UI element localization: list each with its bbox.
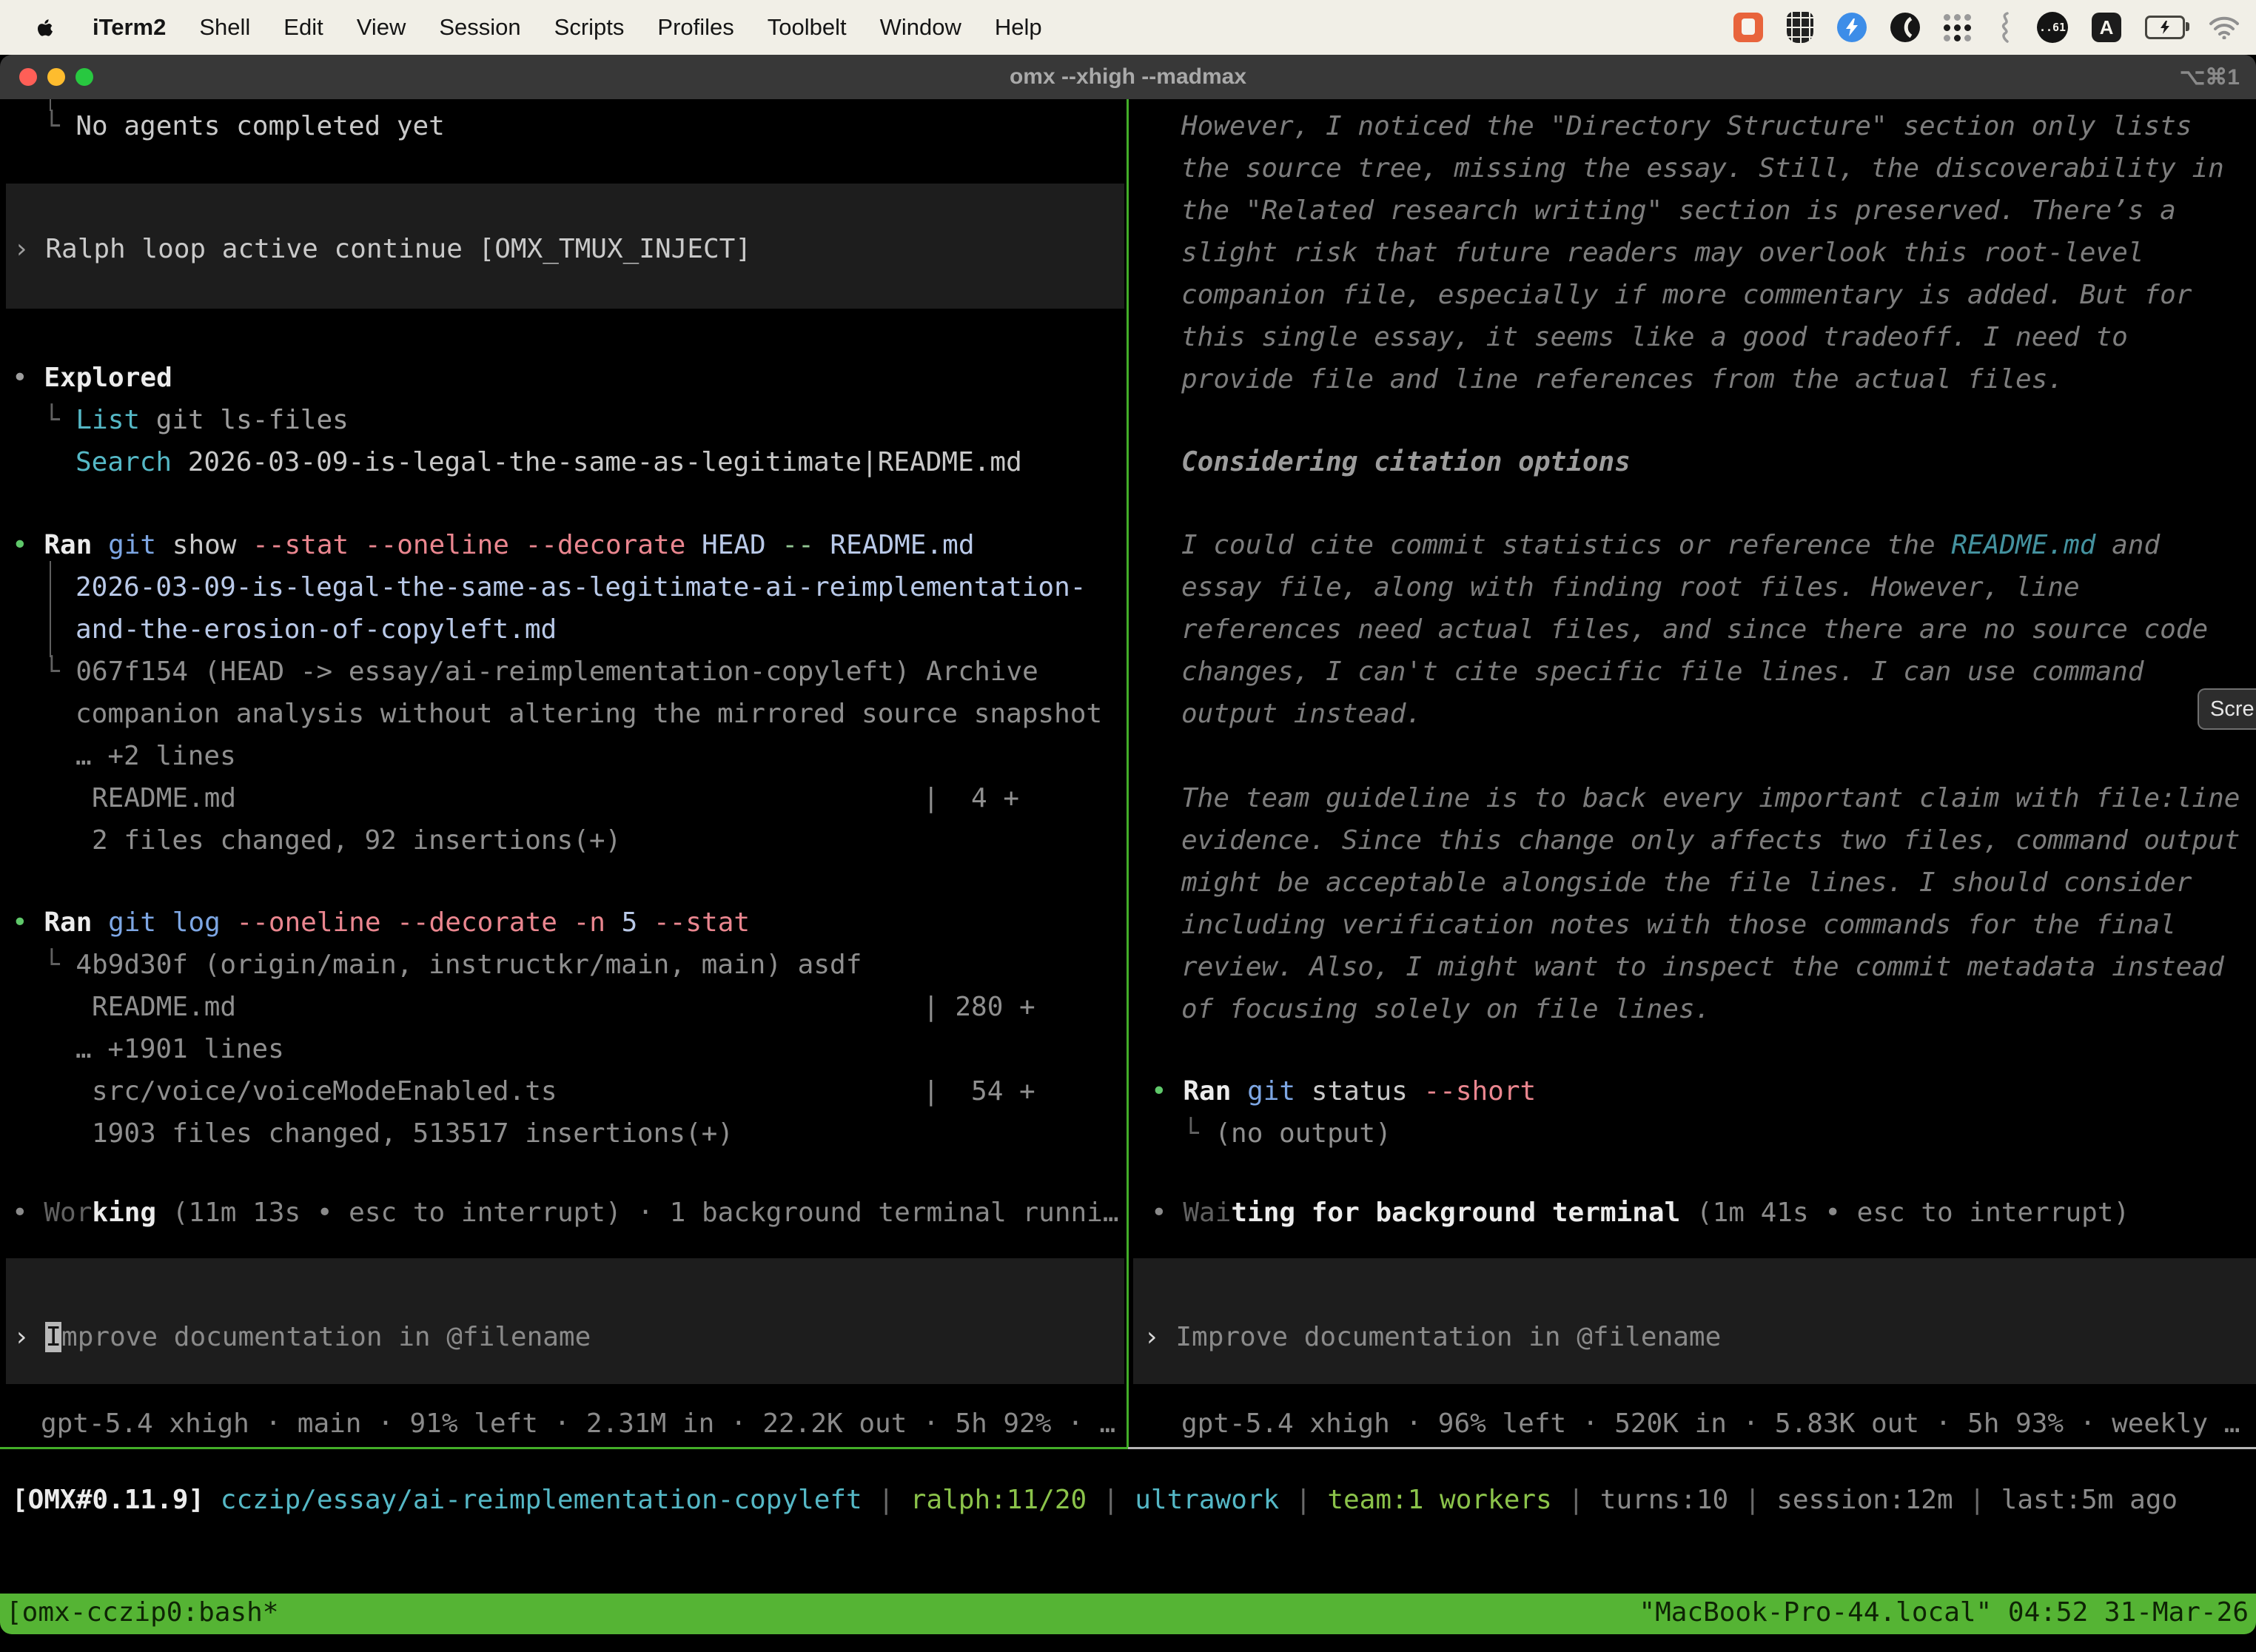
overlay-label: Scre [2210, 697, 2255, 722]
battery-icon[interactable] [2145, 16, 2185, 39]
git-log-stat: 1903 files changed, 513517 insertions(+) [92, 1115, 733, 1152]
pane-bottom-border-inactive [1128, 1447, 2256, 1449]
explored-header: • Explored [12, 360, 172, 397]
git-show-stat: 2 files changed, 92 insertions(+) [92, 822, 621, 859]
menu-item-edit[interactable]: Edit [283, 14, 323, 41]
blue-badge-icon[interactable] [1837, 13, 1867, 42]
reasoning-paragraph: review. Also, I might want to inspect th… [1181, 949, 2224, 986]
session-stats-left: gpt-5.4 xhigh · main · 91% left · 2.31M … [41, 1406, 1115, 1443]
apple-logo-icon[interactable] [34, 15, 56, 40]
working-status: • Working (11m 13s • esc to interrupt) ·… [12, 1195, 1119, 1232]
omx-status-text: [OMX#0.11.9] cczip/essay/ai-reimplementa… [12, 1482, 2178, 1519]
window-title-bar: omx --xhigh --madmax ⌥⌘1 [0, 55, 2256, 99]
reasoning-paragraph: The team guideline is to back every impo… [1181, 780, 2240, 817]
git-show-stat: | 4 + [923, 780, 1019, 817]
ran-git-show: • Ran git show --stat --oneline --decora… [12, 527, 975, 564]
reasoning-paragraph: companion file, especially if more comme… [1181, 277, 2192, 314]
menu-item-scripts[interactable]: Scripts [554, 14, 625, 41]
menu-items: iTerm2 Shell Edit View Session Scripts Profile… [0, 14, 1042, 41]
reasoning-paragraph: output instead. [1181, 696, 1422, 733]
session-stats-right: gpt-5.4 xhigh · 96% left · 520K in · 5.8… [1181, 1406, 2240, 1443]
reasoning-paragraph: essay file, along with finding root file… [1181, 569, 2080, 606]
terminal-content[interactable]: └ No agents completed yet › Ralph loop ac… [0, 99, 2256, 1652]
reasoning-paragraph: might be acceptable alongside the file l… [1181, 864, 2192, 901]
explored-search: Search 2026-03-09-is-legal-the-same-as-l… [75, 444, 1022, 481]
git-log-stat: | 280 + [923, 989, 1035, 1026]
ran-git-log: • Ran git log --oneline --decorate -n 5 … [12, 904, 750, 941]
tmux-status-bar: [omx-cczip0:bash* "MacBook-Pro-44.local"… [0, 1594, 2256, 1634]
circle-61-icon[interactable]: ..61 [2037, 12, 2068, 43]
reasoning-heading: Considering citation options [1181, 444, 1631, 481]
menu-item-help[interactable]: Help [995, 14, 1042, 41]
chat-icon[interactable] [1733, 13, 1763, 42]
git-show-arg: and-the-erosion-of-copyleft.md [75, 611, 557, 648]
menu-item-session[interactable]: Session [439, 14, 520, 41]
menu-item-iterm2[interactable]: iTerm2 [93, 14, 166, 41]
reasoning-paragraph: the "Related research writing" section i… [1181, 192, 2176, 229]
ran-git-status: • Ran git status --short [1151, 1073, 1536, 1110]
tree-guide [50, 561, 51, 657]
shield-icon[interactable] [1787, 12, 1813, 43]
reasoning-paragraph: slight risk that future readers may over… [1181, 235, 2143, 272]
prompt-input-left[interactable]: › Improve documentation in @filename [13, 1319, 591, 1356]
explored-list: └ List git ls-files [44, 402, 349, 439]
git-log-stat: | 54 + [923, 1073, 1035, 1110]
dots-grid-icon[interactable] [1944, 13, 1972, 41]
reasoning-paragraph: references need actual files, and since … [1181, 611, 2208, 648]
menu-status-icons: ..61 A [1733, 0, 2240, 55]
git-status-output: └ (no output) [1183, 1115, 1391, 1152]
reasoning-paragraph: changes, I can't cite specific file line… [1181, 654, 2143, 691]
menu-item-toolbelt[interactable]: Toolbelt [768, 14, 847, 41]
pane-divider[interactable] [1127, 99, 1129, 1448]
git-show-arg: 2026-03-09-is-legal-the-same-as-legitima… [75, 569, 1086, 606]
window-shortcut-badge: ⌥⌘1 [2180, 64, 2240, 90]
reasoning-paragraph: including verification notes with those … [1181, 907, 2176, 944]
git-show-output: … +2 lines [75, 738, 236, 775]
tmux-host-and-clock: "MacBook-Pro-44.local" 04:52 31-Mar-26 [1639, 1597, 2249, 1628]
reasoning-paragraph: the source tree, missing the essay. Stil… [1181, 150, 2224, 187]
window-title: omx --xhigh --madmax [0, 64, 2256, 90]
pane-bottom-border-active [0, 1447, 1128, 1449]
ralph-loop-status: › Ralph loop active continue [OMX_TMUX_I… [13, 231, 751, 268]
git-log-output: └ 4b9d30f (origin/main, instructkr/main,… [44, 947, 862, 984]
prompt-input-right[interactable]: › Improve documentation in @filename [1144, 1319, 1721, 1356]
menu-item-window[interactable]: Window [880, 14, 961, 41]
menu-item-shell[interactable]: Shell [199, 14, 250, 41]
menu-item-view[interactable]: View [357, 14, 406, 41]
tmux-session-name: [omx-cczip0:bash* [6, 1597, 278, 1628]
reasoning-paragraph: evidence. Since this change only affects… [1181, 822, 2240, 859]
screen-share-overlay-button[interactable]: Scre [2198, 688, 2256, 730]
reasoning-paragraph: of focusing solely on file lines. [1181, 991, 1711, 1028]
squiggle-icon[interactable] [1995, 12, 2013, 43]
reasoning-paragraph: I could cite commit statistics or refere… [1181, 527, 2160, 564]
menu-bar: iTerm2 Shell Edit View Session Scripts Profile… [0, 0, 2256, 55]
git-show-output: └ 067f154 (HEAD -> essay/ai-reimplementa… [44, 654, 1038, 691]
git-log-output: … +1901 lines [75, 1031, 284, 1068]
reasoning-paragraph: this single essay, it seems like a good … [1181, 319, 2128, 356]
waiting-status: • Waiting for background terminal (1m 41… [1151, 1195, 2129, 1232]
git-show-stat: README.md [92, 780, 236, 817]
letter-a-icon[interactable]: A [2092, 13, 2121, 42]
menu-item-profiles[interactable]: Profiles [657, 14, 733, 41]
git-show-output: companion analysis without altering the … [75, 696, 1102, 733]
k-circle-icon[interactable] [1890, 13, 1920, 42]
reasoning-paragraph: provide file and line references from th… [1181, 361, 2064, 398]
reasoning-paragraph: However, I noticed the "Directory Struct… [1181, 108, 2192, 145]
wifi-icon[interactable] [2209, 16, 2240, 39]
git-log-stat: README.md [92, 989, 236, 1026]
agents-completed-note: └ No agents completed yet [44, 108, 445, 145]
git-log-stat: src/voice/voiceModeEnabled.ts [92, 1073, 557, 1110]
